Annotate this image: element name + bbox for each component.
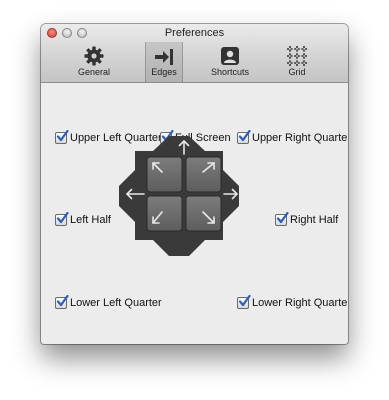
lower-left-quarter-label: Lower Left Quarter: [70, 297, 162, 309]
preferences-window: Preferences General Edges Shortcuts Grid…: [41, 24, 348, 344]
toolbar-edges-label: Edges: [151, 67, 177, 77]
upper-right-quarter-label: Upper Right Quarter: [252, 132, 348, 144]
checkbox-box[interactable]: [237, 295, 251, 309]
toolbar-grid-label: Grid: [288, 67, 306, 77]
right-half-label: Right Half: [290, 214, 339, 226]
lower-left-tile: [146, 195, 183, 232]
right-half-checkbox[interactable]: Right Half: [275, 212, 339, 226]
edges-pane: Upper Left Quarter Full Screen Upper Rig…: [41, 83, 348, 344]
grid-icon: [278, 42, 316, 66]
upper-right-quarter-checkbox[interactable]: Upper Right Quarter: [237, 130, 348, 144]
toolbar-shortcuts-button[interactable]: Shortcuts: [205, 42, 255, 82]
toolbar-edges-button[interactable]: Edges: [145, 42, 183, 82]
left-half-checkbox[interactable]: Left Half: [55, 212, 111, 226]
toolbar: General Edges Shortcuts Grid: [41, 42, 348, 82]
lower-right-quarter-label: Lower Right Quarter: [252, 297, 348, 309]
toolbar-general-label: General: [77, 67, 111, 77]
person-card-icon: [205, 42, 255, 66]
lower-left-quarter-checkbox[interactable]: Lower Left Quarter: [55, 295, 162, 309]
left-half-label: Left Half: [70, 214, 111, 226]
window-title: Preferences: [164, 27, 225, 39]
checkbox-box[interactable]: [55, 130, 69, 144]
toolbar-grid-button[interactable]: Grid: [278, 42, 316, 82]
checkbox-box[interactable]: [55, 212, 69, 226]
upper-right-tile: [185, 156, 222, 193]
toolbar-shortcuts-label: Shortcuts: [210, 67, 250, 77]
edge-snap-diagram: [119, 136, 239, 256]
arrow-to-edge-icon: [145, 42, 183, 66]
gear-icon: [69, 42, 119, 66]
titlebar: Preferences General Edges Shortcuts Grid: [41, 24, 348, 83]
upper-left-tile: [146, 156, 183, 193]
toolbar-general-button[interactable]: General: [69, 42, 119, 82]
checkbox-box[interactable]: [55, 295, 69, 309]
lower-right-quarter-checkbox[interactable]: Lower Right Quarter: [237, 295, 348, 309]
checkbox-box[interactable]: [275, 212, 289, 226]
